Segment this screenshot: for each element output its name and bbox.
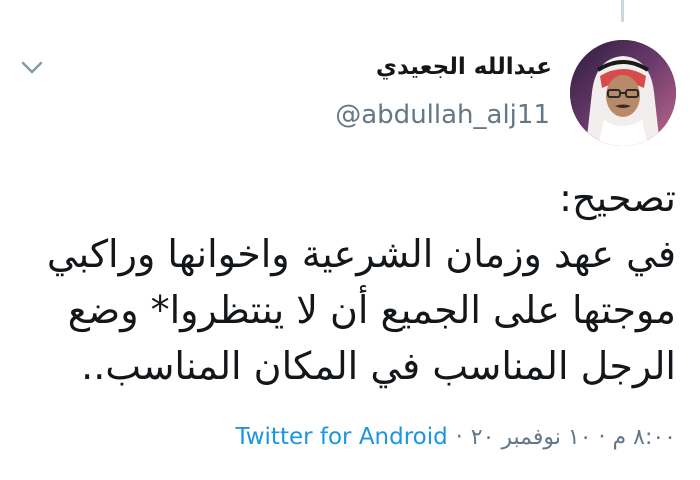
thread-connector-line — [621, 0, 624, 22]
tweet-text: تصحيح: في عهد وزمان الشرعية واخوانها ورا… — [36, 170, 676, 394]
tweet-timestamp[interactable]: ٨:٠٠ م · ١٠ نوفمبر ٢٠ — [471, 425, 676, 450]
tweet-line: تصحيح: — [559, 176, 676, 220]
tweet-line: الرجل المناسب في المكان المناسب.. — [81, 344, 676, 388]
author-name[interactable]: عبدالله الجعيدي — [376, 54, 552, 80]
tweet-line: في عهد وزمان الشرعية واخوانها وراكبي — [46, 232, 676, 276]
chevron-down-icon[interactable] — [18, 58, 46, 78]
tweet-meta: ٨:٠٠ م · ١٠ نوفمبر ٢٠ · Twitter for Andr… — [235, 424, 676, 450]
avatar[interactable] — [570, 40, 676, 146]
tweet-line: موجتها على الجميع أن لا ينتظروا* وضع — [67, 288, 676, 332]
meta-separator: · — [455, 425, 463, 450]
tweet-source-link[interactable]: Twitter for Android — [235, 424, 447, 450]
author-handle[interactable]: @abdullah_alj11 — [335, 100, 550, 130]
